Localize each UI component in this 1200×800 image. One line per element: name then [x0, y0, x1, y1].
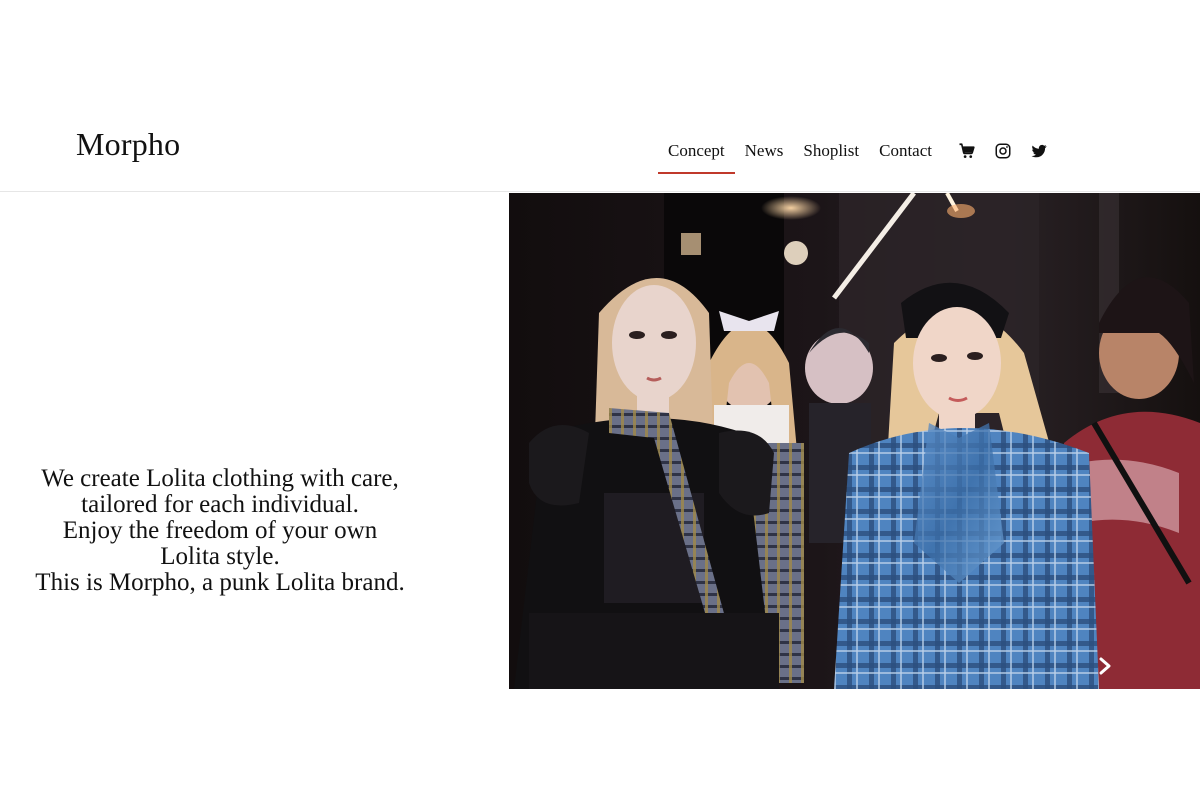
hero-photo	[509, 193, 1200, 689]
social-icons	[958, 142, 1048, 160]
brand-tagline: We create Lolita clothing with care, tai…	[0, 466, 440, 596]
twitter-icon[interactable]	[1030, 142, 1048, 160]
tagline-line: We create Lolita clothing with care,	[41, 465, 399, 492]
nav-news[interactable]: News	[735, 138, 794, 164]
tagline-line: Enjoy the freedom of your own	[62, 517, 378, 544]
site-header: Morpho Concept News Shoplist Contact	[0, 0, 1200, 192]
main-nav: Concept News Shoplist Contact	[658, 138, 942, 178]
hero-slideshow[interactable]	[509, 193, 1200, 689]
tagline-line: This is Morpho, a punk Lolita brand.	[35, 569, 405, 596]
nav-contact[interactable]: Contact	[869, 138, 942, 164]
nav-concept[interactable]: Concept	[658, 138, 735, 174]
cart-icon[interactable]	[958, 142, 976, 160]
chevron-right-icon[interactable]	[1094, 655, 1116, 677]
brand-logo[interactable]: Morpho	[76, 128, 180, 160]
instagram-icon[interactable]	[994, 142, 1012, 160]
tagline-line: tailored for each individual.	[81, 491, 359, 518]
nav-shoplist[interactable]: Shoplist	[793, 138, 869, 164]
tagline-line: Lolita style.	[160, 543, 280, 570]
